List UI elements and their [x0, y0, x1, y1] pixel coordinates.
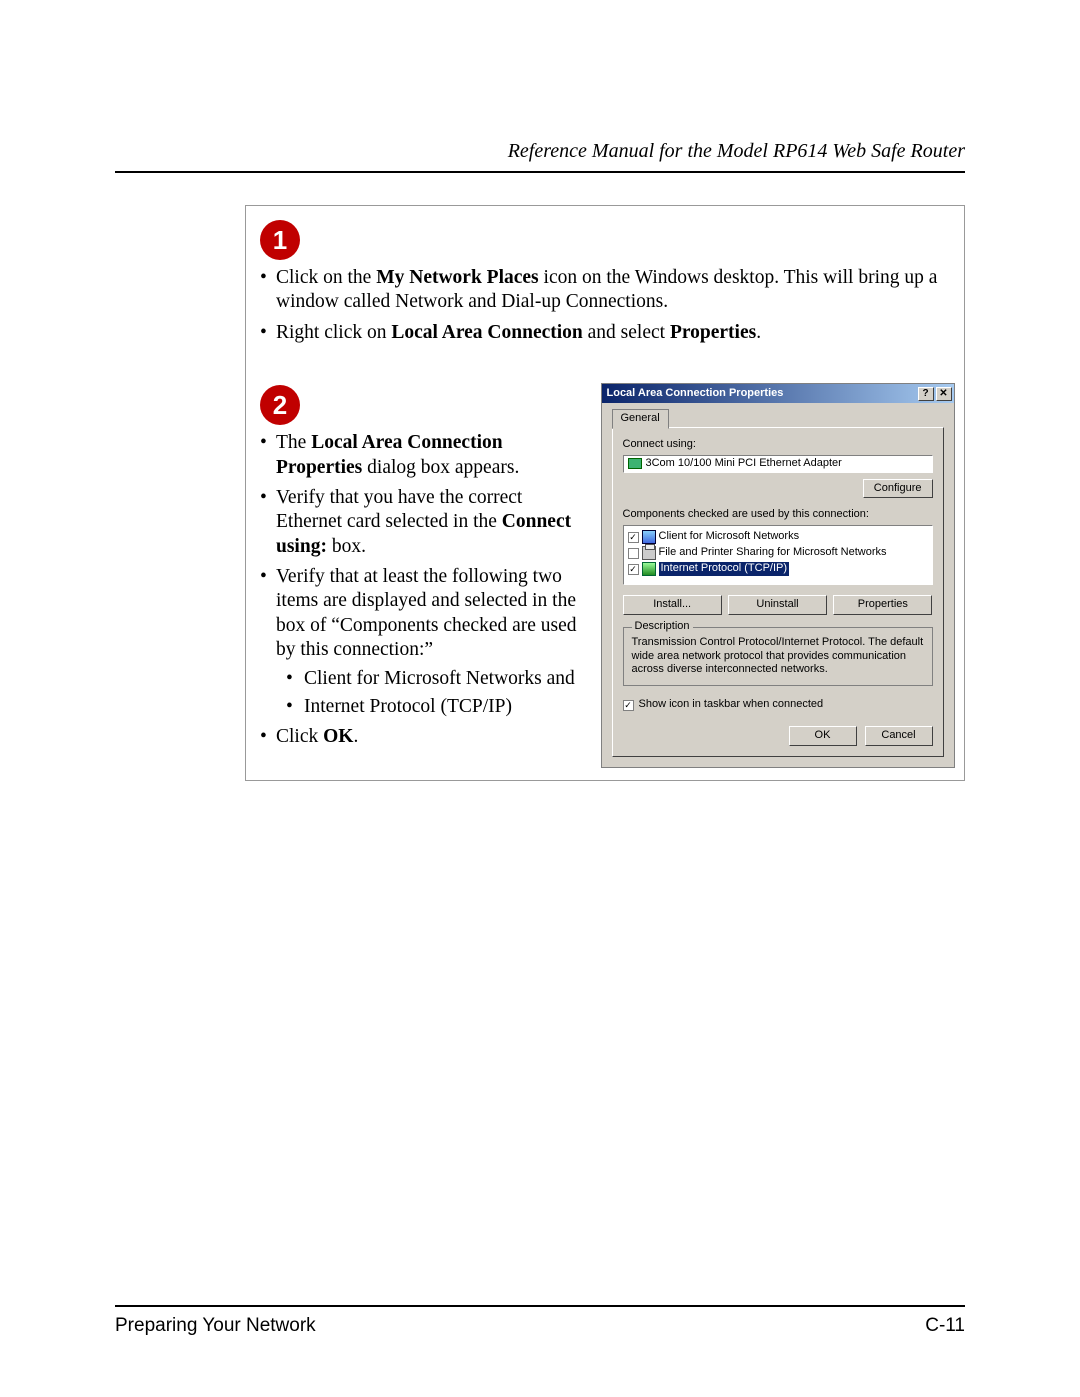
components-list[interactable]: Client for Microsoft Networks File and P… [623, 525, 933, 585]
checkbox-icon[interactable] [628, 548, 639, 559]
uninstall-button[interactable]: Uninstall [728, 595, 827, 615]
dialog-title: Local Area Connection Properties [607, 384, 916, 403]
page-footer: Preparing Your Network C-11 [115, 1305, 965, 1337]
description-text: Transmission Control Protocol/Internet P… [632, 636, 924, 677]
properties-button[interactable]: Properties [833, 595, 932, 615]
adapter-field[interactable]: 3Com 10/100 Mini PCI Ethernet Adapter [623, 455, 933, 473]
protocol-icon [642, 562, 656, 576]
step1-bullet-2: Right click on Local Area Connection and… [260, 321, 952, 345]
step-2-screenshot-cell: Local Area Connection Properties ? ✕ Gen… [599, 371, 965, 780]
show-icon-checkbox[interactable] [623, 700, 634, 711]
step-1-badge: 1 [260, 220, 300, 260]
component-client[interactable]: Client for Microsoft Networks [628, 529, 928, 545]
manual-page: Reference Manual for the Model RP614 Web… [0, 0, 1080, 1397]
checkbox-icon[interactable] [628, 564, 639, 575]
close-button[interactable]: ✕ [936, 387, 952, 401]
page-header: Reference Manual for the Model RP614 Web… [115, 140, 965, 163]
step2-bullet-4: Click OK. [260, 725, 587, 749]
connect-using-label: Connect using: [623, 438, 933, 452]
install-button[interactable]: Install... [623, 595, 722, 615]
components-label: Components checked are used by this conn… [623, 508, 933, 522]
cancel-button[interactable]: Cancel [865, 726, 933, 746]
step2-bullet-1: The Local Area Connection Properties dia… [260, 431, 587, 480]
tab-general[interactable]: General [612, 409, 669, 429]
checkbox-icon[interactable] [628, 532, 639, 543]
step2-bullet-3: Verify that at least the following two i… [260, 565, 587, 719]
footer-page-number: C-11 [925, 1315, 965, 1337]
header-rule [115, 171, 965, 173]
description-group: Description Transmission Control Protoco… [623, 627, 933, 686]
step1-bullet-1: Click on the My Network Places icon on t… [260, 266, 952, 315]
step2-sub-2: Internet Protocol (TCP/IP) [286, 695, 587, 719]
component-tcpip[interactable]: Internet Protocol (TCP/IP) [628, 561, 928, 577]
configure-button[interactable]: Configure [863, 479, 933, 499]
ok-button[interactable]: OK [789, 726, 857, 746]
step-2-text-cell: 2 The Local Area Connection Properties d… [246, 371, 599, 780]
component-file-printer[interactable]: File and Printer Sharing for Microsoft N… [628, 545, 928, 561]
step-1-cell: 1 Click on the My Network Places icon on… [246, 206, 965, 372]
steps-table: 1 Click on the My Network Places icon on… [245, 205, 965, 781]
step2-bullet-2: Verify that you have the correct Etherne… [260, 486, 587, 559]
printer-icon [642, 546, 656, 560]
lan-properties-dialog: Local Area Connection Properties ? ✕ Gen… [601, 383, 955, 768]
footer-section: Preparing Your Network [115, 1315, 316, 1337]
step2-sub-1: Client for Microsoft Networks and [286, 667, 587, 691]
nic-icon [628, 458, 642, 469]
footer-rule [115, 1305, 965, 1307]
help-button[interactable]: ? [918, 387, 934, 401]
show-icon-label: Show icon in taskbar when connected [639, 698, 824, 712]
description-title: Description [632, 620, 693, 634]
client-icon [642, 530, 656, 544]
adapter-name: 3Com 10/100 Mini PCI Ethernet Adapter [646, 457, 842, 471]
step-2-badge: 2 [260, 385, 300, 425]
